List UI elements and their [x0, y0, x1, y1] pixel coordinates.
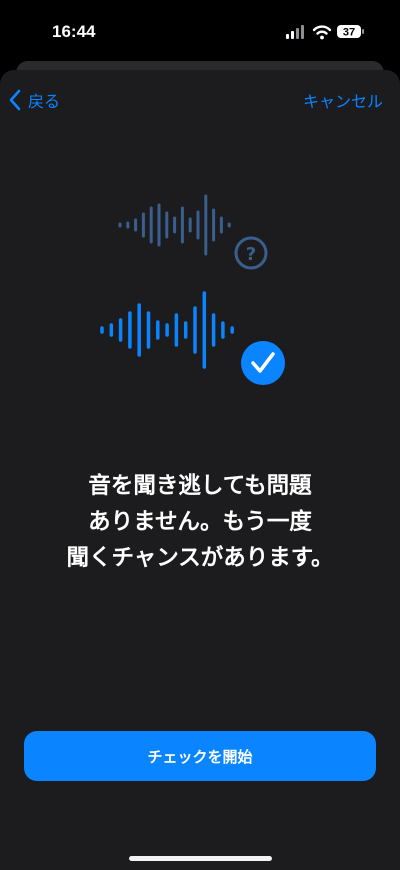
back-label: 戻る: [28, 92, 61, 111]
status-icons: 37: [286, 24, 366, 40]
message-line: ありません。もう一度: [88, 509, 312, 535]
checkmark-icon: [241, 341, 285, 385]
message-line: 音を聞き逃しても問題: [88, 473, 312, 499]
home-indicator: [129, 856, 272, 861]
sound-wave-icon: [100, 291, 234, 369]
cancel-button[interactable]: キャンセル: [303, 88, 383, 112]
status-bar: 16:44 37: [0, 0, 400, 60]
sound-wave-icon: [118, 194, 231, 256]
battery-icon: 37: [337, 25, 364, 39]
start-check-label: チェックを開始: [147, 747, 253, 766]
back-button[interactable]: 戻る: [8, 88, 60, 112]
wifi-icon: [312, 25, 332, 40]
question-mark-icon: ?: [234, 236, 268, 270]
sound-check-illustration: ?: [0, 180, 400, 400]
svg-text:?: ?: [246, 244, 256, 265]
cancel-label: キャンセル: [302, 92, 383, 111]
message-line: 聞くチャンスがあります。: [66, 545, 334, 571]
instruction-message: 音を聞き逃しても問題 ありません。もう一度 聞くチャンスがあります。: [20, 468, 380, 576]
status-time: 16:44: [52, 22, 96, 41]
battery-level: 37: [343, 27, 355, 39]
start-check-button[interactable]: チェックを開始: [24, 731, 376, 781]
signal-icon: [286, 25, 304, 39]
chevron-left-icon: [9, 89, 21, 111]
